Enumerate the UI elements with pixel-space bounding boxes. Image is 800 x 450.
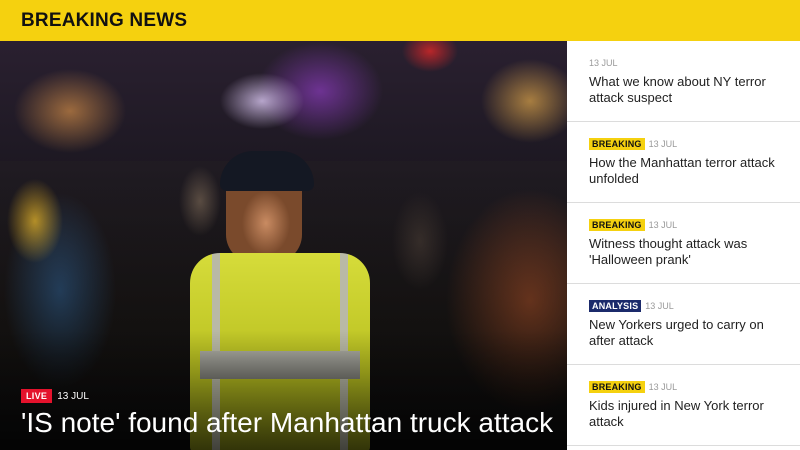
story-headline[interactable]: Witness thought attack was 'Halloween pr… bbox=[589, 236, 788, 268]
story-date: 13 JUL bbox=[648, 219, 678, 230]
story-date: 13 JUL bbox=[648, 381, 678, 392]
hero-image-officer-cap bbox=[220, 151, 314, 191]
story-item[interactable]: BREAKING 13 JUL Witness thought attack w… bbox=[567, 203, 800, 284]
breaking-tag: BREAKING bbox=[589, 380, 645, 393]
hero-headline[interactable]: 'IS note' found after Manhattan truck at… bbox=[21, 405, 561, 441]
story-date: 13 JUL bbox=[645, 300, 674, 311]
story-date: 13 JUL bbox=[648, 138, 678, 149]
live-badge: LIVE bbox=[21, 389, 53, 403]
story-meta: BREAKING 13 JUL bbox=[589, 217, 788, 232]
story-item[interactable]: BREAKING 13 JUL How the Manhattan terror… bbox=[567, 122, 800, 203]
story-list: 13 JUL What we know about NY terror atta… bbox=[567, 41, 800, 450]
breaking-tag: BREAKING bbox=[589, 137, 645, 150]
story-headline[interactable]: What we know about NY terror attack susp… bbox=[589, 74, 788, 106]
story-headline[interactable]: How the Manhattan terror attack unfolded bbox=[589, 155, 788, 187]
analysis-tag: ANALYSIS bbox=[589, 299, 642, 312]
story-date: 13 JUL bbox=[589, 57, 618, 68]
page-title: BREAKING NEWS bbox=[21, 9, 188, 31]
hero-date: 13 JUL bbox=[57, 390, 89, 402]
story-meta: 13 JUL bbox=[589, 55, 788, 70]
story-meta: ANALYSIS 13 JUL bbox=[589, 298, 788, 313]
story-meta: BREAKING 13 JUL bbox=[589, 379, 788, 394]
story-meta: BREAKING 13 JUL bbox=[589, 136, 788, 151]
story-headline[interactable]: New Yorkers urged to carry on after atta… bbox=[589, 317, 788, 349]
top-bar: BREAKING NEWS bbox=[0, 0, 800, 41]
story-item[interactable]: BREAKING 13 JUL Kids injured in New York… bbox=[567, 365, 800, 446]
story-item[interactable]: ANALYSIS 13 JUL New Yorkers urged to car… bbox=[567, 284, 800, 365]
hero-meta: LIVE 13 JUL bbox=[21, 389, 89, 403]
breaking-tag: BREAKING bbox=[589, 218, 645, 231]
story-item[interactable]: 13 JUL What we know about NY terror atta… bbox=[567, 41, 800, 122]
story-headline[interactable]: Kids injured in New York terror attack bbox=[589, 398, 788, 430]
